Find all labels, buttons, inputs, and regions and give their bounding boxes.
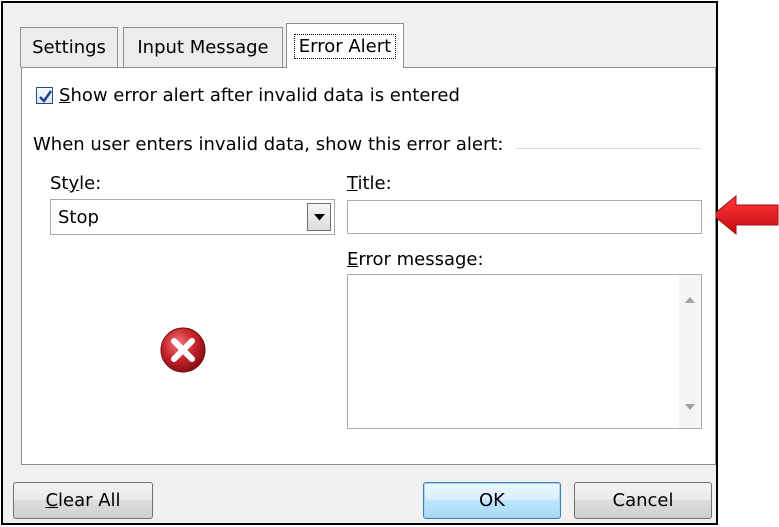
stop-error-icon — [160, 327, 206, 373]
error-message-textarea[interactable] — [347, 274, 702, 429]
section-divider — [516, 148, 701, 149]
error-message-scrollbar[interactable] — [679, 275, 701, 428]
clear-all-button[interactable]: Clear All — [13, 482, 153, 519]
style-label: Style: — [50, 173, 102, 194]
style-select-value: Stop — [58, 207, 99, 228]
show-error-alert-row[interactable]: Show error alert after invalid data is e… — [36, 85, 460, 106]
error-alert-panel: Show error alert after invalid data is e… — [21, 67, 716, 465]
scroll-up-icon[interactable] — [685, 297, 695, 303]
data-validation-dialog: Settings Input Message Error Alert Show … — [1, 1, 718, 525]
scroll-down-icon[interactable] — [685, 404, 695, 410]
title-input[interactable] — [347, 200, 702, 234]
cancel-button[interactable]: Cancel — [574, 482, 712, 519]
show-error-alert-checkbox[interactable] — [36, 87, 53, 104]
cancel-label: Cancel — [612, 490, 674, 511]
show-error-alert-label: Show error alert after invalid data is e… — [59, 85, 460, 106]
tab-settings[interactable]: Settings — [20, 27, 118, 67]
title-label: Title: — [347, 173, 392, 194]
tab-input-message[interactable]: Input Message — [123, 27, 283, 67]
ok-button[interactable]: OK — [423, 482, 561, 519]
red-arrow-icon — [712, 194, 779, 236]
clear-all-label: Clear All — [45, 490, 121, 511]
chevron-down-icon — [314, 214, 325, 221]
tab-settings-label: Settings — [32, 37, 106, 58]
error-message-label: Error message: — [347, 249, 484, 270]
style-select[interactable]: Stop — [50, 199, 335, 235]
tab-error-alert[interactable]: Error Alert — [286, 23, 404, 68]
tab-input-message-label: Input Message — [137, 37, 269, 58]
checkmark-icon — [39, 90, 52, 103]
section-label: When user enters invalid data, show this… — [33, 134, 504, 155]
style-dropdown-button[interactable] — [307, 203, 331, 231]
tab-error-alert-label: Error Alert — [293, 33, 397, 59]
ok-label: OK — [479, 490, 505, 511]
